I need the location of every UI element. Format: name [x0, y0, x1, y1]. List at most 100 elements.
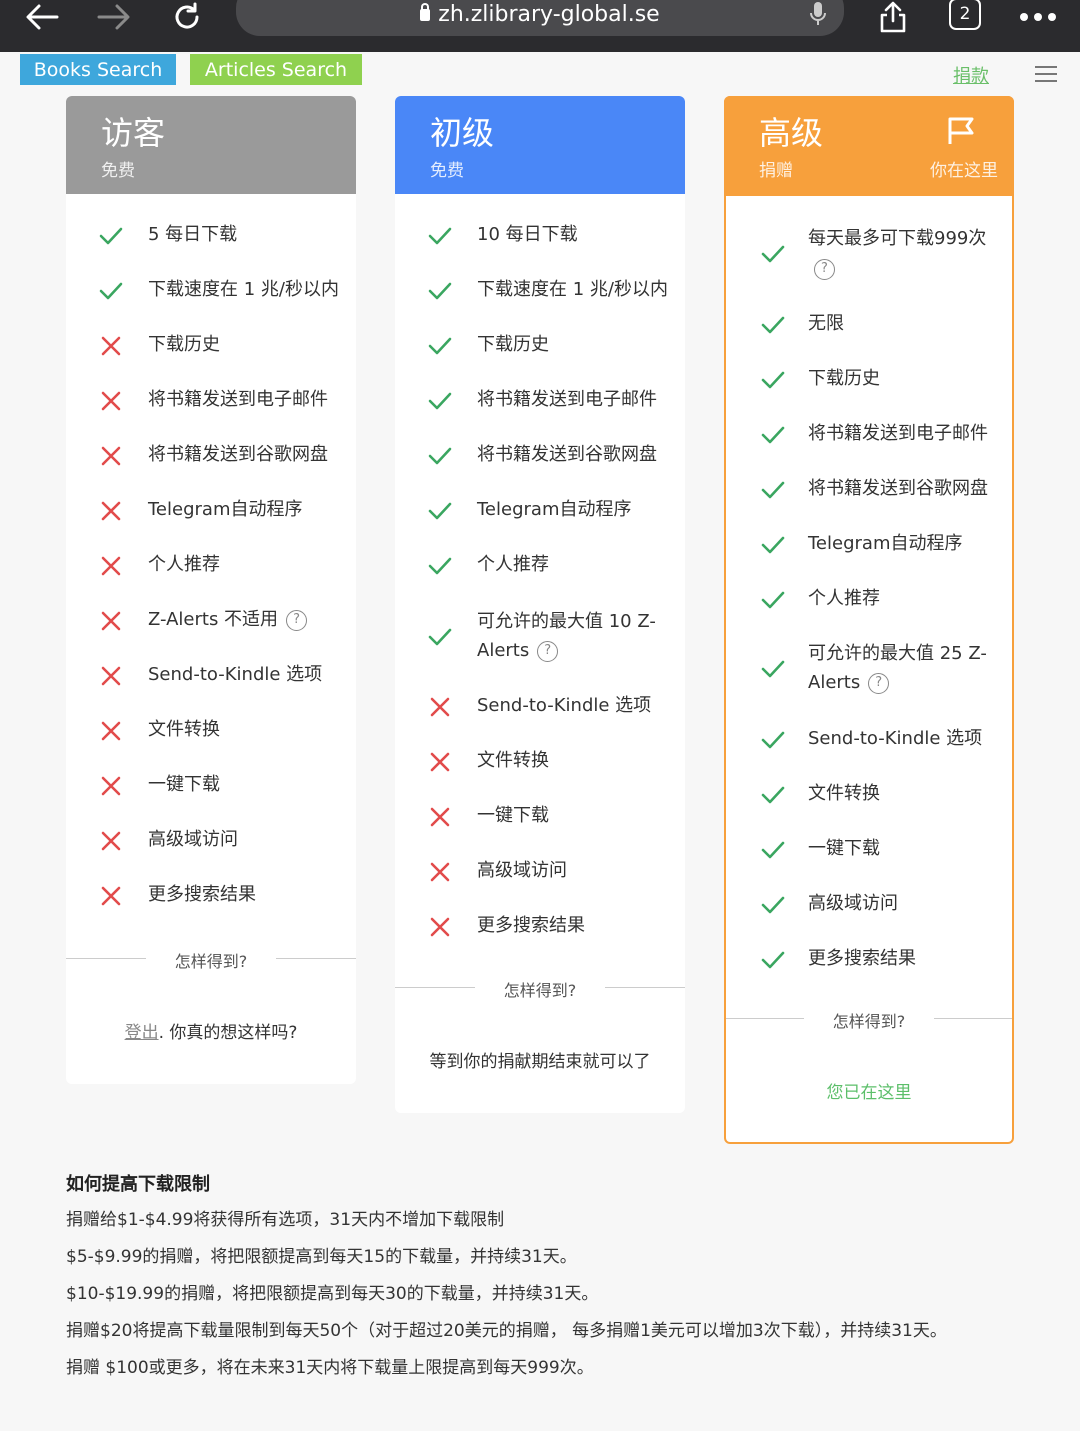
check-icon — [427, 388, 453, 414]
feature-text: Send-to-Kindle 选项 — [808, 724, 1000, 753]
share-icon[interactable] — [876, 0, 910, 34]
cross-icon — [427, 914, 453, 940]
feature-text: 一键下载 — [808, 834, 1000, 863]
help-circle-icon[interactable]: ? — [868, 672, 890, 694]
feature-text: 可允许的最大值 25 Z-Alerts? — [808, 639, 1000, 697]
lock-icon — [420, 3, 431, 21]
flag-icon — [948, 117, 974, 144]
feature-row: 将书籍发送到电子邮件 — [395, 385, 685, 414]
feature-row: 将书籍发送到谷歌网盘 — [66, 440, 356, 469]
feature-row: 文件转换 — [395, 746, 685, 775]
check-icon — [760, 312, 786, 338]
feature-text: 将书籍发送到电子邮件 — [148, 385, 344, 414]
guest-footer-text: . 你真的想这样吗? — [158, 1023, 298, 1043]
feature-row: 一键下载 — [395, 801, 685, 830]
help-circle-icon[interactable]: ? — [537, 640, 559, 662]
back-arrow-icon[interactable] — [24, 0, 60, 34]
info-heading: 如何提高下载限制 — [66, 1174, 210, 1195]
feature-row: Telegram自动程序 — [395, 495, 685, 524]
feature-text: 下载历史 — [148, 330, 344, 359]
cross-icon — [427, 804, 453, 830]
feature-label: 将书籍发送到谷歌网盘 — [477, 444, 657, 465]
feature-label: 下载速度在 1 兆/秒以内 — [477, 279, 668, 300]
feature-text: 更多搜索结果 — [808, 944, 1000, 973]
help-circle-icon[interactable]: ? — [286, 609, 308, 631]
feature-label: 下载历史 — [477, 334, 549, 355]
feature-text: 一键下载 — [148, 770, 344, 799]
feature-text: 下载速度在 1 兆/秒以内 — [477, 275, 673, 304]
check-icon — [760, 656, 786, 682]
cross-icon — [98, 718, 124, 744]
reload-icon[interactable] — [170, 0, 204, 34]
help-circle-icon[interactable]: ? — [814, 259, 835, 280]
more-options-icon[interactable] — [1018, 0, 1058, 34]
cross-icon — [98, 608, 124, 634]
cross-icon — [98, 388, 124, 414]
feature-row: Z-Alerts 不适用? — [66, 605, 356, 634]
microphone-icon[interactable] — [808, 0, 828, 32]
feature-label: 个人推荐 — [148, 554, 220, 575]
feature-row: 将书籍发送到谷歌网盘 — [726, 474, 1012, 503]
feature-row: Send-to-Kindle 选项 — [66, 660, 356, 689]
feature-text: 文件转换 — [808, 779, 1000, 808]
feature-label: 个人推荐 — [808, 588, 880, 609]
feature-text: 5 每日下载 — [148, 220, 344, 249]
browser-toolbar: zh.zlibrary-global.se 2 — [0, 0, 1080, 52]
feature-text: Send-to-Kindle 选项 — [477, 691, 673, 720]
feature-label: 每天最多可下载999次 — [808, 228, 987, 249]
feature-label: 文件转换 — [477, 750, 549, 771]
feature-label: 将书籍发送到谷歌网盘 — [808, 478, 988, 499]
feature-label: Z-Alerts 不适用 — [148, 609, 279, 630]
feature-text: 下载历史 — [808, 364, 1000, 393]
feature-text: 更多搜索结果 — [148, 880, 344, 909]
feature-text: 每天最多可下载999次? — [808, 224, 1000, 280]
feature-row: 下载速度在 1 兆/秒以内 — [66, 275, 356, 304]
check-icon — [760, 782, 786, 808]
forward-arrow-icon[interactable] — [96, 0, 132, 34]
cross-icon — [98, 773, 124, 799]
feature-text: 高级域访问 — [477, 856, 673, 885]
plan-header-premium: 高级 捐赠 你在这里 — [724, 96, 1014, 196]
feature-text: Send-to-Kindle 选项 — [148, 660, 344, 689]
address-bar[interactable]: zh.zlibrary-global.se — [236, 0, 844, 36]
feature-label: Send-to-Kindle 选项 — [148, 664, 323, 685]
menu-icon[interactable] — [1035, 66, 1057, 82]
feature-row: 可允许的最大值 10 Z-Alerts? — [395, 607, 685, 665]
tabs-button[interactable]: 2 — [949, 0, 981, 30]
plan-subtitle: 免费 — [101, 161, 135, 181]
books-search-tab[interactable]: Books Search — [20, 54, 176, 85]
feature-label: Telegram自动程序 — [808, 533, 963, 554]
feature-row: 下载历史 — [66, 330, 356, 359]
plan-header-guest: 访客 免费 — [66, 96, 356, 194]
plan-card-basic: 初级 免费 10 每日下载 下载速度在 1 兆/秒以内 下载历史 将书籍发送到电子邮件… — [395, 96, 685, 1113]
feature-row: 个人推荐 — [726, 584, 1012, 613]
feature-row: Send-to-Kindle 选项 — [726, 724, 1012, 753]
logout-link[interactable]: 登出 — [125, 1023, 159, 1043]
donate-link[interactable]: 捐款 — [953, 62, 989, 88]
check-icon — [760, 241, 786, 267]
feature-label: 高级域访问 — [477, 860, 567, 881]
cross-icon — [98, 333, 124, 359]
feature-label: 可允许的最大值 10 Z-Alerts — [477, 611, 656, 661]
feature-row: 下载历史 — [395, 330, 685, 359]
check-icon — [98, 223, 124, 249]
feature-label: 文件转换 — [148, 719, 220, 740]
feature-row: 10 每日下载 — [395, 220, 685, 249]
feature-row: 个人推荐 — [66, 550, 356, 579]
feature-row: 更多搜索结果 — [726, 944, 1012, 973]
feature-label: 更多搜索结果 — [148, 884, 256, 905]
feature-label: 更多搜索结果 — [808, 948, 916, 969]
articles-search-tab[interactable]: Articles Search — [190, 54, 362, 85]
check-icon — [427, 278, 453, 304]
how-to-get-label: 怎样得到? — [174, 952, 248, 971]
check-icon — [427, 223, 453, 249]
feature-label: Telegram自动程序 — [148, 499, 303, 520]
how-to-get-divider: 怎样得到? — [395, 977, 685, 1000]
feature-label: 将书籍发送到电子邮件 — [477, 389, 657, 410]
info-line: 捐赠给$1-$4.99将获得所有选项，31天内不增加下载限制 — [66, 1210, 505, 1230]
feature-row: 高级域访问 — [66, 825, 356, 854]
cross-icon — [98, 663, 124, 689]
check-icon — [760, 947, 786, 973]
feature-row: 文件转换 — [66, 715, 356, 744]
cross-icon — [427, 694, 453, 720]
